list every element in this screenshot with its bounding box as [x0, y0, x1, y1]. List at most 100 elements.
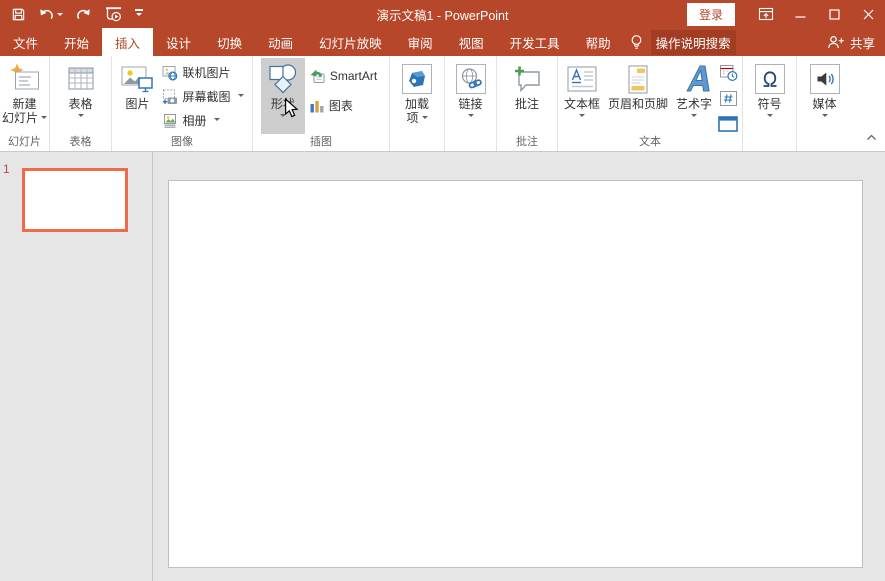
symbol-button[interactable]: 符号: [751, 58, 789, 134]
wordart-label: 艺术字: [676, 97, 712, 111]
shapes-button[interactable]: 形状: [261, 58, 305, 134]
group-comments: 批注 批注: [497, 56, 558, 151]
header-footer-button[interactable]: 页眉和页脚: [604, 58, 672, 134]
maximize-button[interactable]: [817, 0, 851, 28]
tab-insert[interactable]: 插入: [102, 28, 153, 56]
photo-album-label: 相册: [182, 112, 206, 129]
undo-icon: [38, 7, 55, 22]
picture-label: 图片: [125, 97, 149, 111]
shapes-label: 形状: [271, 97, 295, 111]
group-text: 文本框 页眉和页脚 艺术字: [558, 56, 743, 151]
media-label: 媒体: [812, 97, 836, 111]
screenshot-button[interactable]: 屏幕截图: [158, 86, 247, 107]
screenshot-label: 屏幕截图: [182, 88, 230, 105]
lightbulb-icon: [630, 34, 643, 51]
save-icon: [11, 7, 26, 22]
ribbon-display-options-button[interactable]: [749, 0, 783, 28]
redo-button[interactable]: [71, 2, 96, 26]
new-slide-button[interactable]: 新建 幻灯片: [0, 58, 51, 134]
picture-button[interactable]: 图片: [116, 58, 158, 134]
tab-slideshow[interactable]: 幻灯片放映: [306, 28, 395, 56]
smartart-label: SmartArt: [330, 69, 377, 83]
add-ins-label-1: 加载: [405, 97, 429, 111]
tab-developer[interactable]: 开发工具: [497, 28, 573, 56]
symbol-dropdown-arrow: [767, 114, 773, 120]
table-button[interactable]: 表格: [61, 58, 101, 134]
tab-help[interactable]: 帮助: [573, 28, 624, 56]
shapes-dropdown-arrow: [280, 114, 286, 120]
screenshot-icon: [162, 89, 178, 105]
wordart-icon: [677, 61, 711, 97]
chart-label: 图表: [329, 97, 353, 114]
collapse-ribbon-button[interactable]: [866, 128, 877, 146]
online-pictures-label: 联机图片: [182, 64, 230, 81]
workspace: 1: [0, 152, 885, 581]
tab-animations[interactable]: 动画: [255, 28, 306, 56]
media-speaker-icon: [810, 61, 840, 97]
customize-qat-button[interactable]: [131, 2, 147, 26]
photo-album-dropdown-arrow: [214, 118, 220, 124]
tab-file[interactable]: 文件: [0, 28, 51, 56]
chart-button[interactable]: 图表: [305, 95, 381, 116]
screenshot-dropdown-arrow: [238, 94, 244, 100]
slide-thumbnail[interactable]: [22, 168, 128, 232]
group-label-slides: 幻灯片: [0, 133, 49, 149]
date-time-icon: [719, 63, 738, 82]
chart-icon: [309, 98, 325, 114]
minimize-icon: [795, 9, 806, 20]
symbol-label: 符号: [757, 97, 781, 111]
group-label-text: 文本: [558, 133, 742, 149]
ribbon-display-options-icon: [758, 7, 774, 21]
group-label-illustrations: 插图: [253, 133, 389, 149]
sign-in-button[interactable]: 登录: [687, 3, 735, 26]
online-pictures-button[interactable]: 联机图片: [158, 62, 247, 83]
add-ins-icon: [402, 61, 432, 97]
start-from-beginning-button[interactable]: [100, 2, 127, 26]
tab-home[interactable]: 开始: [51, 28, 102, 56]
wordart-button[interactable]: 艺术字: [672, 58, 716, 134]
tell-me-search[interactable]: 操作说明搜索: [630, 28, 736, 56]
group-label-tables: 表格: [50, 133, 111, 149]
new-slide-label-2: 幻灯片: [2, 111, 47, 125]
tab-design[interactable]: 设计: [153, 28, 204, 56]
close-button[interactable]: [851, 0, 885, 28]
undo-button[interactable]: [34, 2, 67, 26]
text-box-button[interactable]: 文本框: [560, 58, 604, 134]
tell-me-label: 操作说明搜索: [651, 30, 736, 55]
share-button[interactable]: 共享: [817, 28, 885, 56]
redo-icon: [75, 7, 92, 22]
table-label: 表格: [68, 97, 92, 111]
ribbon-insert: 新建 幻灯片 幻灯片 表格 表格 图片: [0, 56, 885, 152]
tab-review[interactable]: 审阅: [395, 28, 446, 56]
omega-symbol-icon: [755, 61, 785, 97]
object-button[interactable]: [716, 113, 740, 135]
maximize-icon: [829, 9, 840, 20]
picture-icon: [120, 61, 154, 97]
photo-album-button[interactable]: 相册: [158, 110, 247, 131]
slide-canvas[interactable]: [168, 180, 863, 568]
link-button[interactable]: 链接: [452, 58, 490, 134]
link-label: 链接: [458, 97, 482, 111]
new-slide-dropdown-arrow: [41, 116, 47, 122]
comment-button[interactable]: 批注: [508, 58, 546, 134]
text-icon-buttons: [716, 58, 740, 135]
media-button[interactable]: 媒体: [806, 58, 844, 134]
tab-view[interactable]: 视图: [446, 28, 497, 56]
images-small-buttons: 联机图片 屏幕截图 相册: [158, 58, 247, 131]
link-icon: [456, 61, 486, 97]
save-button[interactable]: [7, 2, 30, 26]
header-footer-label: 页眉和页脚: [608, 97, 668, 111]
tab-transitions[interactable]: 切换: [204, 28, 255, 56]
smartart-icon: [309, 68, 326, 84]
add-ins-label-2: 项: [406, 111, 427, 125]
customize-qat-icon: [135, 9, 143, 19]
smartart-button[interactable]: SmartArt: [305, 66, 381, 86]
photo-album-icon: [162, 113, 178, 129]
date-time-button[interactable]: [716, 61, 740, 83]
illustrations-small-buttons: SmartArt 图表: [305, 58, 381, 116]
shapes-icon: [265, 61, 301, 97]
minimize-button[interactable]: [783, 0, 817, 28]
add-ins-button[interactable]: 加载 项: [398, 58, 436, 134]
share-label: 共享: [850, 33, 875, 52]
slide-number-button[interactable]: [716, 87, 740, 109]
